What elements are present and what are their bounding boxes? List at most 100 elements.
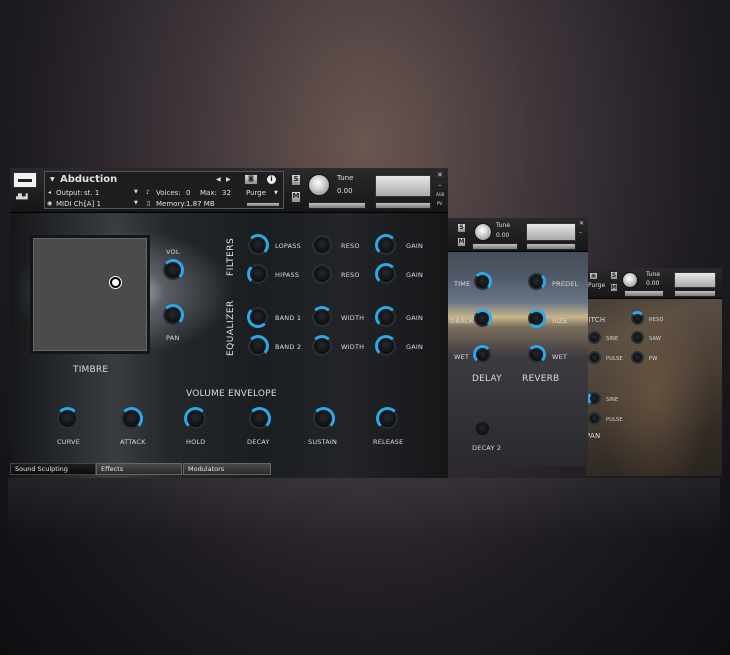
tune-label: Tune	[496, 222, 511, 229]
tab-effects[interactable]: Effects	[96, 463, 182, 475]
sine-knob-2[interactable]	[587, 391, 601, 406]
memory-icon: ▯	[147, 200, 151, 207]
lopass-knob[interactable]	[247, 234, 269, 256]
reso-knob-2[interactable]	[312, 264, 332, 284]
midi-dropdown-icon[interactable]: ▼	[134, 200, 138, 206]
voices-label: Voices:	[156, 189, 181, 197]
max-value[interactable]: 32	[222, 189, 231, 197]
sustain-label: SUSTAIN	[308, 438, 338, 446]
level-meter	[674, 272, 716, 288]
feedback-knob[interactable]	[473, 309, 492, 328]
curve-knob[interactable]	[56, 407, 79, 429]
purge-meter	[246, 202, 280, 207]
decay-label: DECAY	[247, 438, 270, 446]
band2-label: BAND 2	[275, 343, 302, 351]
volume-slider[interactable]	[375, 202, 431, 209]
size-knob[interactable]	[527, 309, 546, 328]
timbre-xy-pad[interactable]	[30, 235, 150, 354]
pan-slider[interactable]	[472, 243, 518, 250]
voices-icon: ♪	[146, 189, 150, 196]
hipass-knob[interactable]	[247, 263, 268, 285]
width-knob-2[interactable]	[311, 335, 333, 356]
pan-title: PAN	[586, 432, 601, 440]
next-instrument-icon[interactable]: ▶	[226, 176, 231, 183]
sustain-knob[interactable]	[312, 407, 335, 430]
sine-label-1: SINE	[606, 336, 619, 342]
purge-menu[interactable]: Purge	[246, 189, 266, 197]
instrument-name[interactable]: Abduction	[60, 174, 117, 185]
camera-icon[interactable]: ◙	[244, 174, 258, 185]
time-label: TIME	[454, 280, 471, 288]
volume-slider[interactable]	[674, 290, 716, 297]
lopass-label: LOPASS	[275, 242, 301, 250]
width-knob-1[interactable]	[311, 306, 333, 327]
midi-icon: ◉	[47, 200, 53, 207]
sine-knob-1[interactable]	[588, 331, 601, 344]
level-meter	[375, 175, 431, 197]
close-icon[interactable]: ✕	[579, 220, 584, 227]
pw-label: PW	[649, 356, 658, 362]
midi-value[interactable]: [A] 1	[84, 200, 101, 208]
decay-knob[interactable]	[248, 407, 271, 430]
gain-knob-2[interactable]	[375, 263, 397, 285]
purge-menu[interactable]: Purge	[588, 282, 605, 289]
band2-knob[interactable]	[247, 335, 269, 357]
prev-instrument-icon[interactable]: ◀	[216, 176, 221, 183]
output-dropdown-icon[interactable]: ▼	[134, 189, 138, 195]
aux-label[interactable]: AUX	[436, 192, 444, 197]
instrument-logo	[13, 172, 37, 188]
reverb-wet-knob[interactable]	[527, 345, 546, 364]
memory-value: 1.87 MB	[186, 200, 215, 208]
delay-wet-knob[interactable]	[473, 345, 492, 364]
tab-modulators[interactable]: Modulators	[183, 463, 271, 475]
gain-knob-1[interactable]	[375, 234, 397, 256]
tune-knob[interactable]	[474, 223, 492, 241]
purge-dropdown-icon[interactable]: ▼	[274, 190, 278, 196]
attack-knob[interactable]	[120, 407, 143, 430]
xy-pad-cursor[interactable]	[110, 277, 121, 288]
solo-button[interactable]: S	[291, 174, 301, 186]
m-button[interactable]: M	[610, 283, 618, 292]
pw-knob[interactable]	[631, 351, 644, 364]
gain-knob-4[interactable]	[375, 335, 397, 357]
tune-knob[interactable]	[308, 174, 330, 196]
pulse-knob-2[interactable]	[588, 412, 601, 425]
minus-icon[interactable]: –	[579, 229, 582, 236]
pv-label[interactable]: PV	[437, 201, 442, 206]
minus-icon[interactable]: –	[438, 181, 442, 189]
s-button[interactable]: S	[457, 223, 466, 233]
reso-label: RESO	[649, 317, 664, 323]
volume-slider[interactable]	[526, 243, 576, 250]
output-value[interactable]: st. 1	[84, 189, 99, 197]
close-icon[interactable]: ✕	[437, 171, 443, 179]
decay2-knob[interactable]	[474, 420, 491, 437]
s-button[interactable]: S	[610, 271, 618, 280]
level-meter	[526, 223, 576, 241]
band1-knob[interactable]	[247, 306, 269, 328]
mute-button[interactable]: M	[291, 191, 301, 203]
tab-sound-sculpting[interactable]: Sound Sculpting	[10, 463, 96, 475]
reso-knob-1[interactable]	[312, 235, 332, 255]
equalizer-title: EQUALIZER	[226, 300, 236, 356]
predel-knob[interactable]	[528, 272, 546, 291]
time-knob[interactable]	[473, 272, 492, 291]
tune-knob[interactable]	[622, 272, 638, 288]
m-button[interactable]: M	[457, 237, 466, 247]
gain-knob-3[interactable]	[375, 306, 397, 328]
pan-knob[interactable]	[162, 304, 184, 326]
hold-knob[interactable]	[184, 407, 207, 430]
camera-icon[interactable]: ▣	[589, 272, 598, 280]
info-icon[interactable]: i	[266, 174, 277, 185]
effects-window: S M Tune 0.00 ✕ – TIME PREDEL DBACK SIZE…	[448, 218, 588, 466]
decay2-label: DECAY 2	[472, 444, 502, 452]
midi-label: MIDI Ch:	[56, 200, 86, 208]
reso-knob[interactable]	[630, 311, 645, 325]
collapse-arrow-icon[interactable]: ▼	[50, 176, 55, 183]
pulse-knob-1[interactable]	[588, 351, 601, 364]
pan-slider[interactable]	[624, 290, 664, 297]
vol-knob[interactable]	[162, 259, 184, 281]
release-knob[interactable]	[376, 407, 399, 430]
gain-label-4: GAIN	[406, 343, 424, 351]
saw-knob[interactable]	[631, 331, 644, 344]
pan-slider[interactable]	[308, 202, 366, 209]
